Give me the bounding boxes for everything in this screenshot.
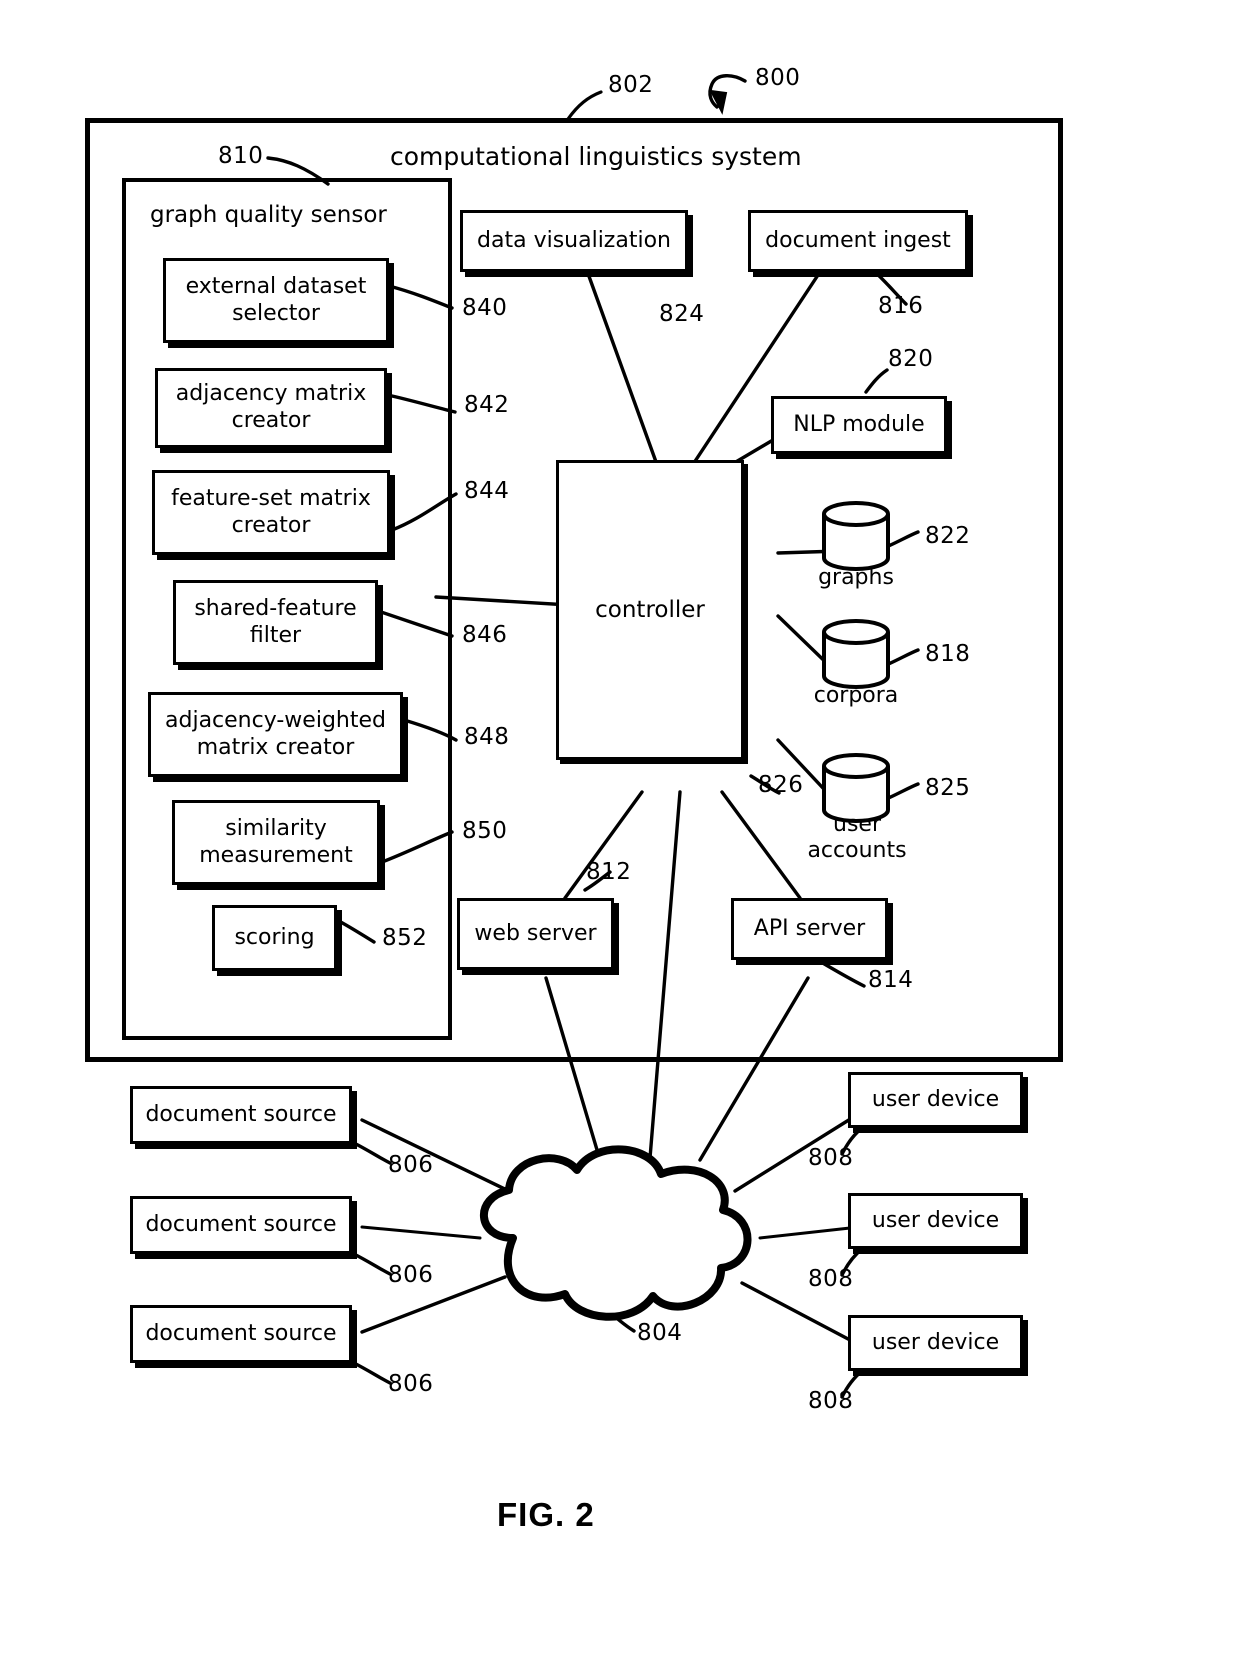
link-cloud-userdevice-2 <box>758 1226 852 1240</box>
module-label: scoring <box>234 924 315 950</box>
module-label: adjacency-weighted matrix creator <box>165 707 386 760</box>
user-device-1[interactable]: user device <box>848 1072 1023 1128</box>
graph-quality-sensor-title: graph quality sensor <box>150 202 387 228</box>
refnum-848: 848 <box>464 724 510 750</box>
figure-caption: FIG. 2 <box>497 1496 595 1533</box>
service-label: NLP module <box>793 411 925 437</box>
refnum-802: 802 <box>608 72 654 98</box>
service-label: data visualization <box>477 227 671 253</box>
service-nlp-module[interactable]: NLP module <box>771 396 947 454</box>
datastore-graphs-label: graphs <box>818 565 894 590</box>
leader-806-2 <box>350 1251 392 1276</box>
leader-800-curve <box>708 74 747 109</box>
leader-806-1 <box>350 1140 392 1165</box>
refnum-846: 846 <box>462 622 508 648</box>
refnum-824: 824 <box>659 301 705 327</box>
refnum-818: 818 <box>925 641 971 667</box>
service-label: document ingest <box>765 227 951 253</box>
module-shared-feature-filter[interactable]: shared-feature filter <box>173 580 378 665</box>
user-device-3[interactable]: user device <box>848 1315 1023 1371</box>
refnum-808-3: 808 <box>808 1388 854 1414</box>
refnum-816: 816 <box>878 293 924 319</box>
network-cloud[interactable] <box>455 1138 765 1332</box>
datastore-user-accounts-label: user accounts <box>807 812 907 864</box>
module-feature-set-matrix-creator[interactable]: feature-set matrix creator <box>152 470 390 555</box>
refnum-850: 850 <box>462 818 508 844</box>
refnum-806-3: 806 <box>388 1371 434 1397</box>
arrowhead-800 <box>709 89 728 115</box>
document-source-2[interactable]: document source <box>130 1196 352 1254</box>
module-similarity-measurement[interactable]: similarity measurement <box>172 800 380 885</box>
refnum-804: 804 <box>637 1320 683 1346</box>
refnum-842: 842 <box>464 392 510 418</box>
refnum-800: 800 <box>755 65 801 91</box>
controller-label: controller <box>595 596 705 623</box>
datastore-corpora-label: corpora <box>813 683 899 708</box>
module-label: similarity measurement <box>199 815 353 868</box>
document-source-3[interactable]: document source <box>130 1305 352 1363</box>
refnum-852: 852 <box>382 925 428 951</box>
leader-806-3 <box>350 1360 392 1385</box>
refnum-822: 822 <box>925 523 971 549</box>
refnum-840: 840 <box>462 295 508 321</box>
user-device-label: user device <box>871 1086 1000 1112</box>
user-device-label: user device <box>871 1329 1000 1355</box>
service-label: web server <box>474 920 597 946</box>
figure-canvas: computational linguistics system 802 800… <box>0 0 1240 1653</box>
module-label: shared-feature filter <box>194 595 357 648</box>
refnum-844: 844 <box>464 478 510 504</box>
module-adjacency-matrix-creator[interactable]: adjacency matrix creator <box>155 368 387 448</box>
module-label: adjacency matrix creator <box>175 381 367 433</box>
service-web-server[interactable]: web server <box>457 898 614 970</box>
service-label: API server <box>753 915 866 941</box>
module-scoring[interactable]: scoring <box>212 905 337 971</box>
system-title: computational linguistics system <box>390 142 802 171</box>
service-data-visualization[interactable]: data visualization <box>460 210 688 272</box>
leader-802 <box>566 90 603 121</box>
refnum-820: 820 <box>888 346 934 372</box>
module-adjacency-weighted-matrix-creator[interactable]: adjacency-weighted matrix creator <box>148 692 403 777</box>
refnum-808-2: 808 <box>808 1266 854 1292</box>
refnum-814: 814 <box>868 967 914 993</box>
user-device-2[interactable]: user device <box>848 1193 1023 1249</box>
refnum-826: 826 <box>758 772 804 798</box>
document-source-label: document source <box>145 1211 337 1237</box>
service-api-server[interactable]: API server <box>731 898 888 960</box>
user-device-label: user device <box>871 1207 1000 1233</box>
service-document-ingest[interactable]: document ingest <box>748 210 968 272</box>
refnum-806-1: 806 <box>388 1152 434 1178</box>
document-source-1[interactable]: document source <box>130 1086 352 1144</box>
refnum-810: 810 <box>218 143 264 169</box>
module-label: external dataset selector <box>185 273 367 326</box>
module-external-dataset-selector[interactable]: external dataset selector <box>163 258 389 343</box>
refnum-812: 812 <box>586 859 632 885</box>
service-controller[interactable]: controller <box>556 460 744 760</box>
refnum-806-2: 806 <box>388 1262 434 1288</box>
document-source-label: document source <box>145 1101 337 1127</box>
document-source-label: document source <box>145 1320 337 1346</box>
refnum-808-1: 808 <box>808 1145 854 1171</box>
refnum-825: 825 <box>925 775 971 801</box>
module-label: feature-set matrix creator <box>171 485 371 538</box>
